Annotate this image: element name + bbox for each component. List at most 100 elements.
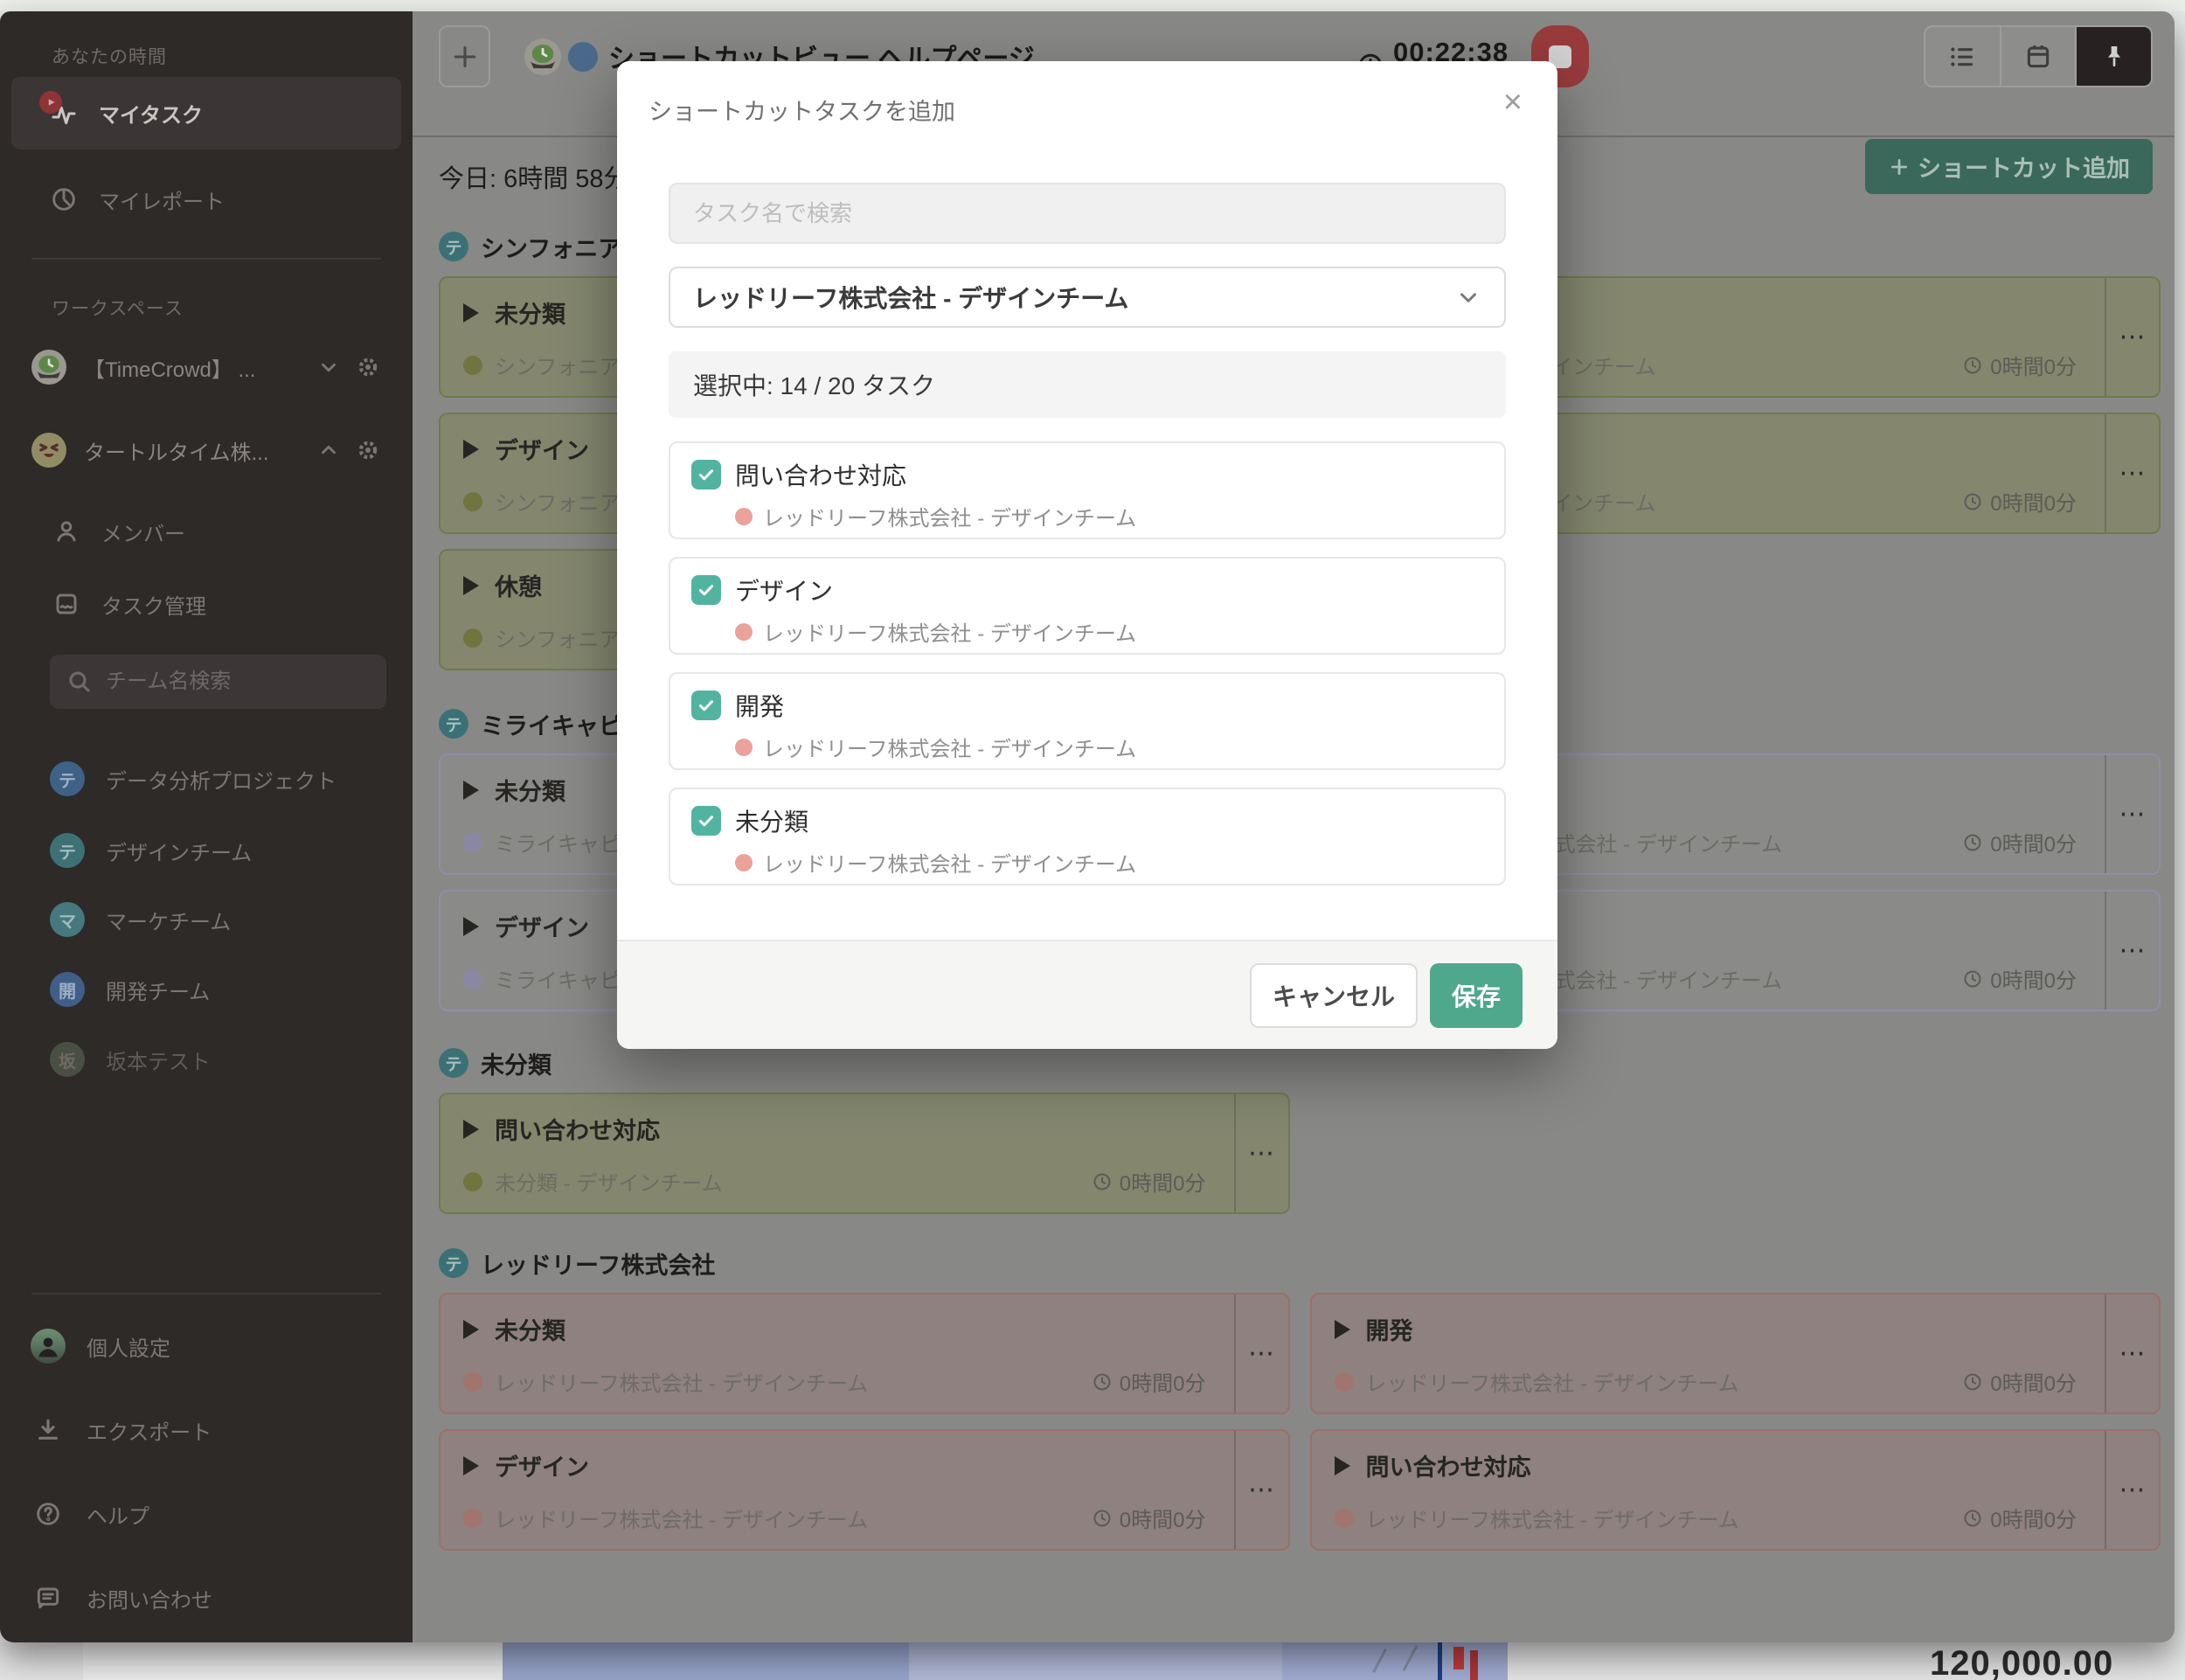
task-option[interactable]: 問い合わせ対応 レッドリーフ株式会社 - デザインチーム [669,441,1506,539]
view-calendar-button[interactable] [2001,27,2077,86]
team-avatar: テ [439,1248,468,1278]
card-menu-button[interactable]: ⋯ [2105,755,2159,873]
ellipsis-icon: ⋯ [1248,1138,1275,1169]
card-menu-button[interactable]: ⋯ [1234,1431,1288,1549]
team-color-dot [735,508,753,525]
checkbox-checked[interactable] [691,806,721,836]
sidebar-item-help[interactable]: ヘルプ [11,1483,401,1545]
play-icon[interactable] [463,1320,479,1339]
play-icon[interactable] [463,576,479,595]
pie-chart-icon [50,185,78,213]
sidebar-team-sakamoto-test[interactable]: 坂 坂本テスト [11,1031,401,1088]
play-icon[interactable] [463,917,479,936]
chart-selection-block [909,1642,1282,1680]
modal-footer: キャンセル 保存 [617,940,1557,1049]
card-menu-button[interactable]: ⋯ [2105,1295,2159,1413]
clock-icon [1962,355,1983,376]
team-avatar: テ [50,833,85,868]
chat-icon [34,1584,62,1612]
view-pin-button[interactable] [2077,27,2151,86]
add-task-button[interactable] [439,25,490,87]
check-icon [696,695,717,716]
play-icon[interactable] [1335,1456,1350,1475]
card-menu-button[interactable]: ⋯ [1234,1094,1288,1212]
chevron-up-icon[interactable] [317,439,340,462]
sidebar-item-my-report[interactable]: マイレポート [11,169,401,230]
candlestick [1470,1650,1478,1680]
card-menu-button[interactable]: ⋯ [2105,278,2159,396]
person-icon [52,517,80,545]
chevron-down-icon[interactable] [317,356,340,378]
task-time: 0時間0分 [1962,350,2087,380]
sidebar-team-data-analysis[interactable]: テ データ分析プロジェクト [11,750,401,808]
sidebar-item-contact[interactable]: お問い合わせ [11,1567,401,1628]
sidebar-item-members[interactable]: メンバー [11,501,401,562]
task-card[interactable]: 未分類 レッドリーフ株式会社 - デザインチーム0時間0分 ⋯ [439,1293,1290,1414]
add-shortcut-button[interactable]: ショートカット追加 [1865,139,2153,194]
close-icon[interactable]: × [1498,80,1528,124]
play-icon[interactable] [463,303,479,323]
sidebar-team-design[interactable]: テ デザインチーム [11,822,401,879]
sidebar-item-task-management[interactable]: タスク管理 [11,573,401,635]
task-option-team: レッドリーフ株式会社 - デザインチーム [763,501,1136,531]
add-shortcut-label: ショートカット追加 [1918,149,2130,184]
team-search-input[interactable] [50,655,386,709]
task-card[interactable]: 問い合わせ対応 レッドリーフ株式会社 - デザインチーム0時間0分 ⋯ [1310,1429,2161,1551]
sidebar-item-export[interactable]: エクスポート [11,1399,401,1461]
sidebar-item-my-tasks[interactable]: マイタスク [11,77,401,149]
card-menu-button[interactable]: ⋯ [2105,414,2159,532]
task-option[interactable]: デザイン レッドリーフ株式会社 - デザインチーム [669,557,1506,655]
play-icon[interactable] [463,1456,479,1475]
checkbox-checked[interactable] [691,460,721,489]
background-top-strip [0,0,2185,11]
play-icon[interactable] [463,1120,479,1139]
modal-title: ショートカットタスクを追加 [649,93,955,127]
task-search-input[interactable] [669,183,1506,244]
team-color-dot [463,492,482,511]
cancel-button[interactable]: キャンセル [1250,963,1418,1028]
card-menu-button[interactable]: ⋯ [2105,892,2159,1010]
gear-icon[interactable] [356,355,380,379]
ellipsis-icon: ⋯ [2119,1338,2147,1369]
card-menu-button[interactable]: ⋯ [1234,1295,1288,1413]
sidebar-item-label: 個人設定 [87,1331,170,1362]
task-card[interactable]: 開発 レッドリーフ株式会社 - デザインチーム0時間0分 ⋯ [1310,1293,2161,1414]
task-title: デザイン [495,909,589,943]
card-menu-button[interactable]: ⋯ [2105,1431,2159,1549]
task-option-team: レッドリーフ株式会社 - デザインチーム [763,616,1136,647]
save-button[interactable]: 保存 [1430,963,1523,1028]
team-color-dot [1335,1509,1354,1528]
task-card[interactable]: 問い合わせ対応 未分類 - デザインチーム0時間0分 ⋯ [439,1093,1290,1214]
gear-icon[interactable] [356,438,380,462]
workspace-avatar [31,350,66,385]
task-option[interactable]: 未分類 レッドリーフ株式会社 - デザインチーム [669,788,1506,885]
team-avatar: テ [50,761,85,796]
play-icon[interactable] [463,440,479,459]
checkbox-checked[interactable] [691,691,721,720]
team-color-dot [735,623,753,641]
plus-icon [450,42,480,72]
section-header: テ ミライキャピ [439,706,622,741]
task-color-dot [568,42,598,72]
team-color-dot [463,969,482,989]
workspace-item-turtletime[interactable]: タートルタイム株... [11,421,401,479]
play-icon[interactable] [463,781,479,800]
checkbox-checked[interactable] [691,575,721,605]
task-title: 未分類 [495,295,565,330]
task-option-label: 未分類 [735,803,808,838]
team-name: マーケチーム [106,905,231,935]
sidebar-team-development[interactable]: 開 開発チーム [11,961,401,1018]
team-selector[interactable]: レッドリーフ株式会社 - デザインチーム [669,267,1506,328]
play-icon[interactable] [1335,1320,1350,1339]
task-card[interactable]: デザイン レッドリーフ株式会社 - デザインチーム0時間0分 ⋯ [439,1429,1290,1551]
spreadsheet-cell [83,1642,503,1680]
sidebar-team-marketing[interactable]: マ マーケチーム [11,891,401,948]
clock-icon [1092,1508,1113,1529]
view-list-button[interactable] [1925,27,2001,86]
section-title: ミライキャピ [481,707,622,741]
team-name: 坂本テスト [106,1045,211,1075]
sidebar-item-personal-settings[interactable]: 個人設定 [11,1316,401,1377]
workspace-item-timecrowd[interactable]: 【TimeCrowd】 ... [11,338,401,396]
task-option[interactable]: 開発 レッドリーフ株式会社 - デザインチーム [669,672,1506,770]
workspace-name: タートルタイム株... [84,435,269,466]
